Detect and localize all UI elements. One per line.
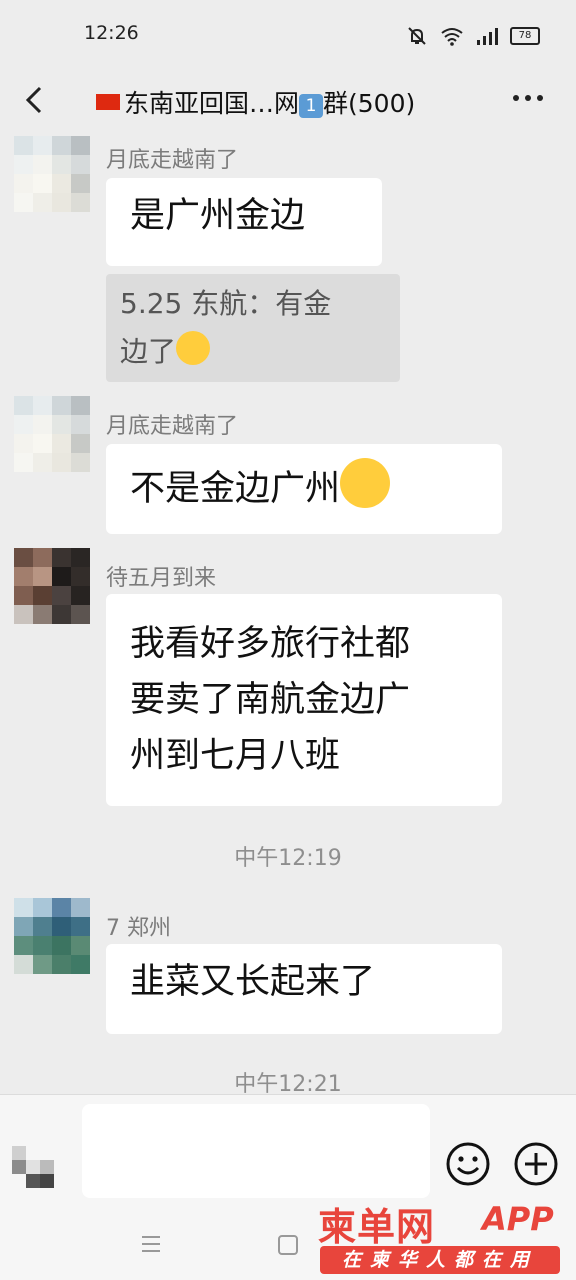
china-flag-icon bbox=[96, 94, 120, 110]
more-actions-plus-icon[interactable] bbox=[512, 1140, 560, 1188]
watermark-app: APP bbox=[482, 1200, 554, 1238]
sender-name: 7 郑州 bbox=[106, 916, 171, 941]
back-arrow-icon[interactable] bbox=[20, 80, 50, 120]
chat-title: 东南亚回国…网 1 群(500) bbox=[96, 84, 415, 120]
chat-title-suffix: 群(500) bbox=[323, 89, 416, 118]
signal-icon bbox=[477, 28, 498, 45]
message-input[interactable] bbox=[82, 1104, 430, 1198]
message-line: 要卖了南航金边广 bbox=[130, 680, 411, 720]
sender-name: 月底走越南了 bbox=[106, 414, 239, 439]
status-time: 12:26 bbox=[84, 22, 139, 44]
recent-apps-icon[interactable] bbox=[140, 1234, 162, 1254]
home-icon[interactable] bbox=[278, 1235, 298, 1255]
message-bubble[interactable]: 不是金边广州 bbox=[106, 444, 502, 534]
avatar[interactable] bbox=[14, 898, 90, 974]
message-line: 我看好多旅行社都 bbox=[130, 624, 411, 664]
watermark-slogan: 在柬华人都在用 bbox=[320, 1246, 560, 1274]
wifi-icon bbox=[441, 28, 463, 46]
emoji-picker-icon[interactable] bbox=[444, 1140, 492, 1188]
message-bubble[interactable]: 我看好多旅行社都 要卖了南航金边广 州到七月八班 bbox=[106, 594, 502, 806]
chat-title-main: 东南亚回国…网 bbox=[124, 89, 300, 118]
avatar[interactable] bbox=[14, 548, 90, 624]
crying-laughing-emoji-icon bbox=[340, 458, 391, 508]
message-bubble[interactable]: 是广州金边 bbox=[106, 178, 382, 266]
quote-line: 边了 bbox=[120, 328, 386, 376]
quote-line: 5.25 东航：有金 bbox=[120, 287, 332, 320]
voice-input-icon[interactable] bbox=[12, 1140, 60, 1188]
battery-indicator: 78 bbox=[510, 27, 540, 45]
message-text: 不是金边广州 bbox=[130, 469, 341, 509]
status-icons: 78 bbox=[406, 22, 540, 50]
quoted-message[interactable]: 5.25 东航：有金 边了 bbox=[106, 274, 400, 382]
message-line: 州到七月八班 bbox=[130, 736, 341, 776]
sender-name: 月底走越南了 bbox=[106, 148, 239, 173]
more-options-icon[interactable] bbox=[510, 86, 546, 110]
number-one-badge: 1 bbox=[299, 94, 324, 118]
message-bubble[interactable]: 韭菜又长起来了 bbox=[106, 944, 502, 1034]
mute-bell-icon bbox=[408, 27, 426, 45]
avatar[interactable] bbox=[14, 396, 90, 472]
grin-emoji-icon bbox=[176, 331, 211, 365]
timestamp: 中午12:19 bbox=[234, 846, 342, 871]
avatar[interactable] bbox=[14, 136, 90, 212]
watermark-logo: 柬单网 bbox=[318, 1205, 436, 1249]
sender-name: 待五月到来 bbox=[106, 566, 217, 591]
